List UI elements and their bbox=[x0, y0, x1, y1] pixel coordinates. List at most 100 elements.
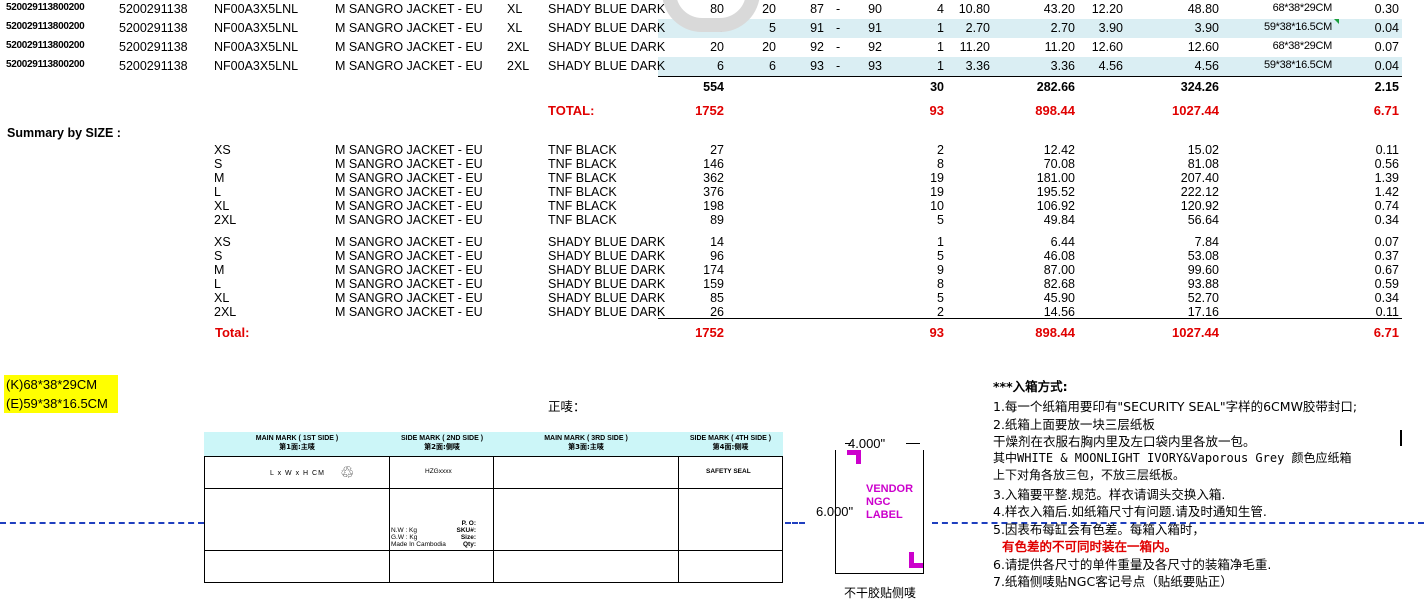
summary-color-cell: TNF BLACK bbox=[548, 199, 617, 213]
row-from-cell: 92 bbox=[810, 40, 824, 54]
shipping-mark-header-3: MAIN MARK ( 3RD SIDE ) 第3面:主唛 bbox=[494, 432, 678, 456]
grid-hline-2 bbox=[204, 550, 783, 551]
carton-size-k: (K)68*38*29CM bbox=[4, 375, 118, 394]
label-corner-bottom bbox=[909, 552, 923, 568]
row-nw-cell: 3.36 bbox=[965, 59, 990, 73]
subtotal-rule bbox=[658, 76, 1402, 77]
summary-desc-cell: M SANGRO JACKET - EU bbox=[335, 185, 483, 199]
row-cbm-cell: 0.04 bbox=[1374, 21, 1399, 35]
row-dash-cell: - bbox=[836, 21, 841, 35]
row-cbm-cell: 0.30 bbox=[1374, 2, 1399, 16]
summary-tgw-cell: 81.08 bbox=[1187, 157, 1219, 171]
summary-desc-cell: M SANGRO JACKET - EU bbox=[335, 213, 483, 227]
summary-qty-cell: 85 bbox=[710, 291, 724, 305]
row-gw-cell: 12.20 bbox=[1091, 2, 1123, 16]
row-desc-cell: M SANGRO JACKET - EU bbox=[335, 21, 483, 35]
row-dim-cell: 68*38*29CM bbox=[1272, 40, 1333, 52]
row-pack-cell: 6 bbox=[769, 59, 776, 73]
row-desc-cell: M SANGRO JACKET - EU bbox=[335, 2, 483, 16]
row-po-cell: 5200291138 bbox=[119, 40, 188, 54]
qty-label: Qty: bbox=[463, 541, 476, 548]
total-label: TOTAL: bbox=[548, 103, 595, 118]
total-gross-weight: 1027.44 bbox=[1172, 103, 1219, 118]
row-style-cell: NF00A3X5LNL bbox=[214, 40, 299, 54]
row-style-cell: NF00A3X5LNL bbox=[214, 2, 299, 16]
grid-vline-3 bbox=[678, 456, 679, 583]
instruction-line: 5.因表布每缸会有色差。每箱入箱时， bbox=[993, 521, 1205, 537]
shipping-mark-header-4: SIDE MARK ( 4TH SIDE ) 第4面:侧唛 bbox=[678, 432, 783, 456]
summary-total-net-weight: 898.44 bbox=[1035, 325, 1075, 340]
summary-ctns-cell: 2 bbox=[937, 305, 944, 319]
header-3-cn: 第3面:主唛 bbox=[568, 443, 604, 451]
header-2-cn: 第2面:侧唛 bbox=[424, 443, 460, 451]
row-tgw-cell: 3.90 bbox=[1194, 21, 1219, 35]
summary-size-cell: XS bbox=[214, 235, 231, 249]
gross-weight-label: G.W : Kg bbox=[391, 534, 418, 541]
instruction-line: 3.入箱要平整.规范。样衣请调头交换入箱. bbox=[993, 486, 1226, 502]
total-qty: 1752 bbox=[695, 103, 724, 118]
summary-qty-cell: 198 bbox=[703, 199, 724, 213]
instruction-line: 4.样衣入箱后.如纸箱尺寸有问题.请及时通知生管. bbox=[993, 504, 1267, 519]
summary-ctns-cell: 19 bbox=[930, 185, 944, 199]
summary-color-cell: TNF BLACK bbox=[548, 213, 617, 227]
sku-label: SKU#: bbox=[456, 527, 476, 534]
grid-vline-2 bbox=[493, 456, 494, 583]
label-text: LABEL bbox=[866, 509, 903, 521]
vendor-text: VENDOR bbox=[866, 483, 914, 495]
summary-qty-cell: 96 bbox=[710, 249, 724, 263]
summary-tnw-cell: 46.08 bbox=[1043, 249, 1075, 263]
instruction-line: 7.纸箱侧唛贴NGC客记号点（贴纸要贴正） bbox=[993, 574, 1233, 589]
summary-tgw-cell: 120.92 bbox=[1180, 199, 1219, 213]
row-tnw-cell: 43.20 bbox=[1043, 2, 1075, 16]
header-2-en: SIDE MARK ( 2ND SIDE ) bbox=[400, 435, 484, 442]
summary-size-cell: L bbox=[214, 185, 221, 199]
summary-tnw-cell: 82.68 bbox=[1043, 277, 1075, 291]
text-cursor[interactable] bbox=[1400, 430, 1402, 446]
summary-size-cell: S bbox=[214, 249, 223, 263]
summary-tnw-cell: 12.42 bbox=[1043, 143, 1075, 157]
row-pack-cell: 20 bbox=[762, 40, 776, 54]
instruction-warning: 有色差的不可同时装在一箱内。 bbox=[1002, 539, 1178, 554]
row-dim-cell: 59*38*16.5CM bbox=[1264, 59, 1332, 71]
row-tnw-cell: 11.20 bbox=[1044, 40, 1075, 54]
ngc-text: NGC bbox=[866, 496, 891, 508]
subtotal-qty: 554 bbox=[703, 80, 724, 94]
label-corner-top bbox=[847, 450, 861, 464]
page-break-line-mid bbox=[785, 522, 805, 524]
row-po-cell: 5200291138 bbox=[119, 59, 188, 73]
summary-tgw-cell: 53.08 bbox=[1187, 249, 1219, 263]
summary-ctns-cell: 1 bbox=[937, 235, 944, 249]
subtotal-net-weight: 282.66 bbox=[1036, 80, 1075, 94]
label-below-text: 不干胶贴侧唛 bbox=[844, 586, 917, 600]
row-from-cell: 87 bbox=[810, 2, 824, 16]
subtotal-cbm: 2.15 bbox=[1374, 80, 1399, 94]
summary-desc-cell: M SANGRO JACKET - EU bbox=[335, 143, 483, 157]
summary-cbm-cell: 0.59 bbox=[1374, 277, 1399, 291]
instructions-title: ***入箱方式: bbox=[993, 379, 1068, 394]
summary-color-cell: SHADY BLUE DARK bbox=[548, 305, 666, 319]
summary-color-cell: TNF BLACK bbox=[548, 185, 617, 199]
summary-ctns-cell: 5 bbox=[937, 213, 944, 227]
row-tgw-cell: 48.80 bbox=[1187, 2, 1219, 16]
summary-qty-cell: 146 bbox=[703, 157, 724, 171]
summary-qty-cell: 362 bbox=[703, 171, 724, 185]
row-size-cell: XL bbox=[507, 2, 523, 16]
summary-desc-cell: M SANGRO JACKET - EU bbox=[335, 235, 483, 249]
net-weight-label: N.W : Kg bbox=[391, 527, 418, 534]
header-4-cn: 第4面:侧唛 bbox=[712, 443, 749, 451]
summary-qty-cell: 376 bbox=[703, 185, 724, 199]
summary-color-cell: SHADY BLUE DARK bbox=[548, 291, 666, 305]
row-po-cell: 5200291138 bbox=[119, 2, 188, 16]
summary-ctns-cell: 5 bbox=[937, 291, 944, 305]
width-arrow-right bbox=[906, 443, 920, 444]
summary-color-cell: SHADY BLUE DARK bbox=[548, 263, 666, 277]
summary-cbm-cell: 0.74 bbox=[1374, 199, 1399, 213]
total-net-weight: 898.44 bbox=[1035, 103, 1075, 118]
summary-ctns-cell: 2 bbox=[937, 143, 944, 157]
summary-cbm-cell: 0.56 bbox=[1374, 157, 1399, 171]
row-desc-cell: M SANGRO JACKET - EU bbox=[335, 40, 483, 54]
row-nw-cell: 10.80 bbox=[958, 2, 990, 16]
summary-total-cbm: 6.71 bbox=[1373, 325, 1399, 340]
row-style-cell: NF00A3X5LNL bbox=[214, 59, 299, 73]
row-tgw-cell: 4.56 bbox=[1194, 59, 1219, 73]
